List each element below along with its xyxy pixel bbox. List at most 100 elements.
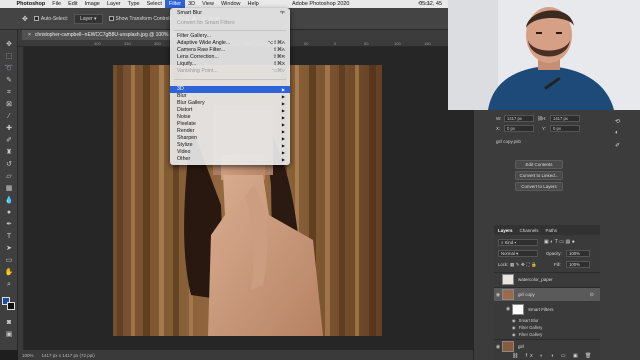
move-tool-icon[interactable]: ✥ <box>3 40 15 50</box>
fill-field[interactable]: 100% <box>566 261 590 268</box>
blend-mode-dropdown[interactable]: Normal ▾ <box>498 250 538 257</box>
brush-panel-icon[interactable]: ✐ <box>615 142 620 149</box>
menu-item-adaptive-wide-angle[interactable]: Adaptive Wide Angle... ⌥⇧⌘A <box>170 40 290 47</box>
filter-entry[interactable]: ◉ Filter Gallery <box>512 324 542 331</box>
quick-select-tool-icon[interactable]: ✎ <box>3 76 15 86</box>
menu-item-blur-gallery[interactable]: Blur Gallery ▶ <box>170 100 290 107</box>
layer-panel-footer-icons[interactable]: ⛓ fx ◐ ◑ ▭ ▣ 🗑 <box>512 353 594 359</box>
blur-tool-icon[interactable]: 💧 <box>3 196 15 206</box>
menu-item-noise[interactable]: Noise ▶ <box>170 114 290 121</box>
layer-row-girl[interactable]: ◉ girl <box>494 339 600 353</box>
dodge-tool-icon[interactable]: ● <box>3 208 15 218</box>
menu-item-video[interactable]: Video ▶ <box>170 149 290 156</box>
menu-3d[interactable]: 3D <box>185 0 199 8</box>
menu-filter[interactable]: Filter <box>165 0 185 8</box>
menu-item-smart-blur[interactable]: Smart Blur ^F <box>170 10 290 17</box>
brush-tool-icon[interactable]: ✐ <box>3 136 15 146</box>
menu-item-pixelate[interactable]: Pixelate ▶ <box>170 121 290 128</box>
eraser-tool-icon[interactable]: ▱ <box>3 172 15 182</box>
menu-item-liquify[interactable]: Liquify... ⇧⌘X <box>170 61 290 68</box>
filter-entry[interactable]: ◉ Filter Gallery <box>512 331 542 338</box>
eyedropper-tool-icon[interactable]: ⁄ <box>3 112 15 122</box>
ruler-tick: 100 <box>394 41 401 46</box>
lock-icons[interactable]: ▦✎✥⛶🔒 <box>510 262 538 268</box>
menu-item-filter-gallery[interactable]: Filter Gallery... <box>170 33 290 40</box>
menu-item-sharpen[interactable]: Sharpen ▶ <box>170 135 290 142</box>
type-tool-icon[interactable]: T <box>3 232 15 242</box>
adjustments-panel-icon[interactable]: ◐ <box>615 130 619 136</box>
linked-file-name: girl copy.psb <box>496 139 521 144</box>
menu-item-stylize[interactable]: Stylize ▶ <box>170 142 290 149</box>
menu-item-blur[interactable]: Blur ▶ <box>170 93 290 100</box>
menu-select[interactable]: Select <box>143 0 165 8</box>
shape-tool-icon[interactable]: ▭ <box>3 256 15 266</box>
menu-item-camera-raw[interactable]: Camera Raw Filter... ⇧⌘A <box>170 47 290 54</box>
menu-image[interactable]: Image <box>81 0 103 8</box>
zoom-level[interactable]: 100% <box>22 353 34 358</box>
document-size[interactable]: 1417 px x 1417 px (72 ppi) <box>42 353 95 358</box>
width-field[interactable]: 1417 px <box>504 115 534 122</box>
menu-help[interactable]: Help <box>244 0 262 8</box>
document-tab[interactable]: × christopher-campbell--nEWCC7gB8U-unspl… <box>22 30 188 40</box>
hand-tool-icon[interactable]: ✋ <box>3 268 15 278</box>
menu-item-distort[interactable]: Distort ▶ <box>170 107 290 114</box>
y-field[interactable]: 0 px <box>550 125 580 132</box>
menu-window[interactable]: Window <box>217 0 244 8</box>
edit-contents-button[interactable]: Edit Contents <box>515 160 563 169</box>
move-tool-icon[interactable]: ✥ <box>22 15 28 23</box>
visibility-eye-icon[interactable]: ◉ <box>504 306 512 312</box>
filter-mask-thumbnail[interactable] <box>512 303 524 315</box>
layer-row-watercolor[interactable]: watercolor_paper <box>494 272 600 286</box>
marquee-tool-icon[interactable]: ⬚ <box>3 52 15 62</box>
visibility-eye-icon[interactable]: ◉ <box>494 344 502 350</box>
layer-row-girl-copy[interactable]: ◉ girl copy ⊙ <box>494 287 600 301</box>
menu-edit[interactable]: Edit <box>65 0 81 8</box>
gradient-tool-icon[interactable]: ▦ <box>3 184 15 194</box>
menu-view[interactable]: View <box>199 0 218 8</box>
menu-item-render[interactable]: Render ▶ <box>170 128 290 135</box>
visibility-eye-icon[interactable]: ◉ <box>494 292 502 298</box>
layer-name: girl <box>518 344 525 349</box>
show-transform-checkbox[interactable]: Show Transform Controls <box>108 16 172 22</box>
stamp-tool-icon[interactable]: ♜ <box>3 148 15 158</box>
path-select-tool-icon[interactable]: ➤ <box>3 244 15 254</box>
document-tab-close[interactable]: × <box>28 30 31 40</box>
tab-channels[interactable]: Channels <box>520 228 539 233</box>
menu-file[interactable]: File <box>49 0 65 8</box>
menu-app-name[interactable]: Photoshop <box>13 0 49 8</box>
opacity-field[interactable]: 100% <box>566 250 590 257</box>
layer-filter-kind[interactable]: ⌕ Kind ▾ <box>498 239 538 246</box>
height-field[interactable]: 1417 px <box>550 115 580 122</box>
menu-layer[interactable]: Layer <box>103 0 124 8</box>
zoom-tool-icon[interactable]: ⌕ <box>3 280 15 290</box>
menu-type[interactable]: Type <box>124 0 143 8</box>
tab-paths[interactable]: Paths <box>546 228 558 233</box>
filter-entry[interactable]: ◉ Smart Blur <box>512 317 538 324</box>
history-panel-icon[interactable]: ⟲ <box>615 118 620 125</box>
convert-to-layers-button[interactable]: Convert to Layers <box>515 182 563 191</box>
pen-tool-icon[interactable]: ✒ <box>3 220 15 230</box>
lasso-tool-icon[interactable]: ➰ <box>3 64 15 74</box>
background-color-swatch[interactable] <box>7 302 15 310</box>
menu-item-3d[interactable]: 3D ▶ <box>170 86 290 93</box>
menu-item-lens-correction[interactable]: Lens Correction... ⇧⌘R <box>170 54 290 61</box>
visibility-eye-icon[interactable]: ◉ <box>512 332 516 337</box>
visibility-eye-icon[interactable]: ◉ <box>512 325 516 330</box>
smart-filters-row[interactable]: ◉ Smart Filters <box>494 302 600 316</box>
layer-filter-icons[interactable]: ▣◐T▭▤● <box>544 239 576 245</box>
crop-tool-icon[interactable]: ⌗ <box>3 88 15 98</box>
tab-layers[interactable]: Layers <box>498 228 513 233</box>
auto-select-label: Auto-Select: <box>40 15 69 22</box>
quick-mask-icon[interactable]: ◙ <box>3 318 15 328</box>
healing-tool-icon[interactable]: ✚ <box>3 124 15 134</box>
screen-mode-icon[interactable]: ▣ <box>3 330 15 340</box>
frame-tool-icon[interactable]: ⊠ <box>3 100 15 110</box>
auto-select-checkbox[interactable]: Auto-Select: <box>33 15 69 22</box>
visibility-eye-icon[interactable]: ◉ <box>512 318 516 323</box>
auto-select-target-dropdown[interactable]: Layer ▾ <box>74 13 103 24</box>
x-field[interactable]: 0 px <box>504 125 534 132</box>
history-brush-tool-icon[interactable]: ↺ <box>3 160 15 170</box>
menu-item-other[interactable]: Other ▶ <box>170 156 290 163</box>
convert-to-linked-button[interactable]: Convert to Linked... <box>515 171 563 180</box>
menu-clock[interactable]: 05:12, 45 <box>419 0 442 8</box>
